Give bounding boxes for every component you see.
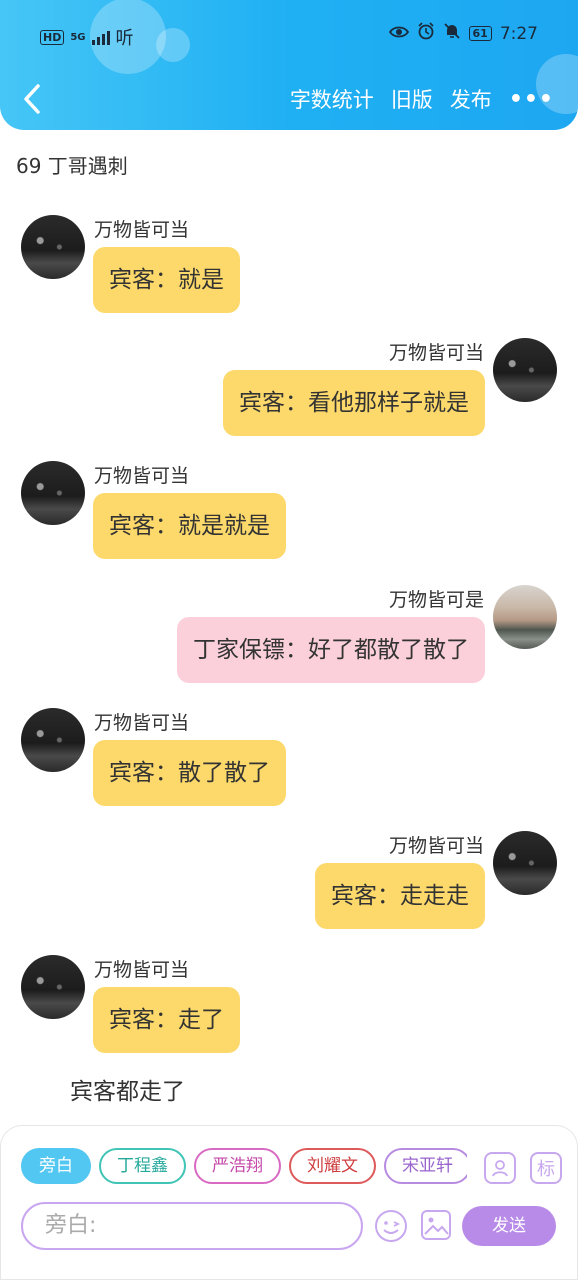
nav-bar: 字数统计 旧版 发布 ••• bbox=[0, 76, 578, 122]
sender-name: 万物皆可当 bbox=[94, 219, 190, 241]
message-bubble[interactable]: 宾客：看他那样子就是 bbox=[223, 370, 485, 436]
sender-name: 万物皆可当 bbox=[388, 342, 484, 364]
sender-name: 万物皆可当 bbox=[94, 465, 190, 487]
avatar[interactable] bbox=[493, 831, 557, 895]
sender-name: 万物皆可当 bbox=[94, 959, 190, 981]
status-bar: HD 5G 听 61 7:27 bbox=[0, 0, 578, 70]
role-chip[interactable]: 刘耀文 bbox=[289, 1148, 376, 1184]
hd-badge: HD bbox=[40, 29, 65, 45]
role-chip[interactable]: 丁程鑫 bbox=[99, 1148, 186, 1184]
role-chip-narrator[interactable]: 旁白 bbox=[21, 1148, 91, 1184]
message-input[interactable]: 旁白: bbox=[21, 1202, 363, 1250]
role-chip[interactable]: 宋亚轩 bbox=[384, 1148, 467, 1184]
status-left: HD 5G 听 bbox=[40, 24, 134, 50]
mute-bell-icon bbox=[443, 22, 461, 45]
input-panel: 旁白 丁程鑫 严浩翔 刘耀文 宋亚轩 标 旁白: 发送 bbox=[0, 1125, 578, 1280]
avatar[interactable] bbox=[493, 585, 557, 649]
sender-name: 万物皆可当 bbox=[94, 712, 190, 734]
battery-icon: 61 bbox=[468, 26, 492, 41]
status-right: 61 7:27 bbox=[388, 22, 538, 45]
message-bubble[interactable]: 丁家保镖：好了都散了散了 bbox=[177, 617, 485, 683]
avatar[interactable] bbox=[21, 215, 85, 279]
sender-name: 万物皆可是 bbox=[388, 589, 484, 611]
publish-button[interactable]: 发布 bbox=[450, 84, 492, 114]
role-chips: 旁白 丁程鑫 严浩翔 刘耀文 宋亚轩 bbox=[21, 1148, 467, 1186]
message-bubble[interactable]: 宾客：就是 bbox=[93, 247, 240, 313]
narration-text[interactable]: 宾客都走了 bbox=[70, 1072, 185, 1106]
avatar[interactable] bbox=[21, 955, 85, 1019]
signal-icon bbox=[91, 29, 110, 45]
old-version-button[interactable]: 旧版 bbox=[391, 84, 433, 114]
eye-icon bbox=[388, 24, 409, 44]
role-chip[interactable]: 严浩翔 bbox=[194, 1148, 281, 1184]
sender-name: 万物皆可当 bbox=[388, 835, 484, 857]
clock: 7:27 bbox=[499, 23, 538, 44]
sound-label: 听 bbox=[115, 28, 134, 49]
message-bubble[interactable]: 宾客：就是就是 bbox=[93, 493, 286, 559]
app-header: HD 5G 听 61 7:27 字数统计 旧版 发布 ••• bbox=[0, 0, 578, 130]
more-icon[interactable]: ••• bbox=[509, 87, 554, 112]
avatar[interactable] bbox=[21, 708, 85, 772]
nav-actions: 字数统计 旧版 发布 ••• bbox=[290, 84, 554, 114]
message-bubble[interactable]: 宾客：走走走 bbox=[315, 863, 485, 929]
message-bubble[interactable]: 宾客：走了 bbox=[93, 987, 240, 1053]
send-button[interactable]: 发送 bbox=[462, 1206, 556, 1246]
avatar[interactable] bbox=[21, 461, 85, 525]
emoji-icon[interactable] bbox=[373, 1208, 409, 1244]
page-title: 69 丁哥遇刺 bbox=[16, 154, 128, 178]
alarm-icon bbox=[417, 22, 435, 45]
back-arrow-icon[interactable] bbox=[22, 82, 42, 116]
tag-icon[interactable]: 标 bbox=[530, 1152, 562, 1184]
word-count-button[interactable]: 字数统计 bbox=[290, 84, 374, 114]
image-icon[interactable] bbox=[419, 1208, 453, 1242]
message-bubble[interactable]: 宾客：散了散了 bbox=[93, 740, 286, 806]
add-character-icon[interactable] bbox=[484, 1152, 516, 1184]
network-label: 5G bbox=[70, 31, 86, 43]
avatar[interactable] bbox=[493, 338, 557, 402]
